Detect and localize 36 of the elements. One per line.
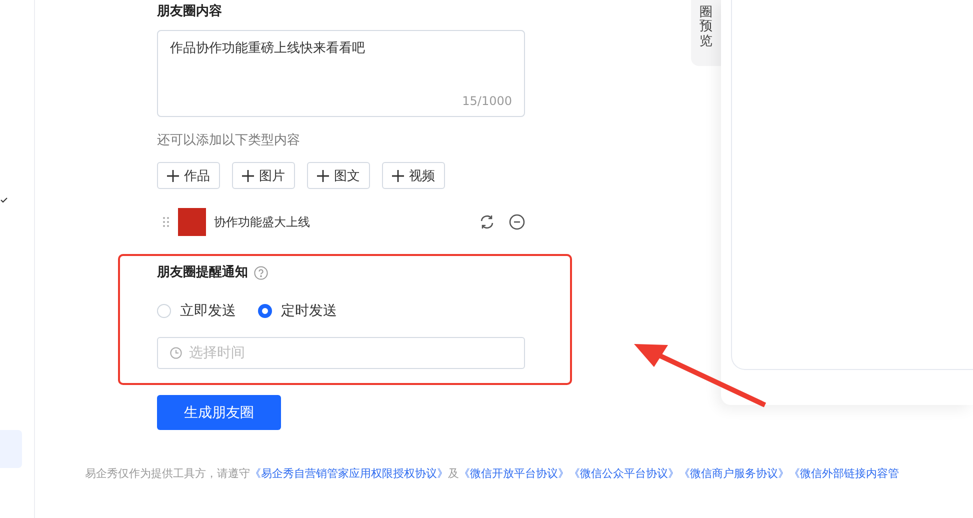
plus-icon xyxy=(392,170,404,182)
preview-tab[interactable]: 圈预览 xyxy=(691,0,721,66)
agreement-link[interactable]: 《微信外部链接内容管 xyxy=(789,467,899,480)
section-title: 朋友圈提醒通知 xyxy=(157,264,248,282)
agreement-link[interactable]: 《微信商户服务协议》 xyxy=(679,467,789,480)
agreement-link[interactable]: 《微信公众平台协议》 xyxy=(569,467,679,480)
textarea-value: 作品协作功能重磅上线快来看看吧 xyxy=(170,40,366,57)
section-title: 朋友圈内容 xyxy=(157,2,223,21)
attachment-title: 协作功能盛大上线 xyxy=(214,214,311,230)
time-field[interactable]: 选择时间 xyxy=(157,337,525,369)
refresh-icon[interactable] xyxy=(479,214,495,230)
add-button[interactable]: 图片 xyxy=(232,162,295,189)
add-button[interactable]: 视频 xyxy=(382,162,445,189)
check-icon xyxy=(0,196,8,204)
content-textarea[interactable]: 作品协作功能重磅上线快来看看吧 15/1000 xyxy=(157,30,525,117)
plus-icon xyxy=(317,170,329,182)
radio-label: 定时发送 xyxy=(281,302,337,320)
plus-icon xyxy=(242,170,254,182)
drag-handle-icon[interactable] xyxy=(163,216,169,228)
help-icon[interactable] xyxy=(254,266,268,280)
plus-icon xyxy=(167,170,179,182)
radio-option[interactable]: 立即发送 xyxy=(157,302,236,320)
thumbnail-placeholder xyxy=(178,208,206,236)
add-button[interactable]: 图文 xyxy=(307,162,370,189)
agreement-link[interactable]: 《微信开放平台协议》 xyxy=(459,467,569,480)
footer-text: 及 xyxy=(448,467,459,480)
add-hint: 还可以添加以下类型内容 xyxy=(157,132,301,149)
footer-text: 易企秀仅作为提供工具方，请遵守 xyxy=(85,467,250,480)
add-button[interactable]: 作品 xyxy=(157,162,220,189)
generate-button[interactable]: 生成朋友圈 xyxy=(157,395,281,430)
radio-label: 立即发送 xyxy=(180,302,236,320)
agreement-link[interactable]: 《易企秀自营销管家应用权限授权协议》 xyxy=(250,467,448,480)
clock-icon xyxy=(170,347,182,359)
radio-option[interactable]: 定时发送 xyxy=(258,302,337,320)
remove-icon[interactable] xyxy=(509,214,525,230)
char-counter: 15/1000 xyxy=(462,94,512,108)
